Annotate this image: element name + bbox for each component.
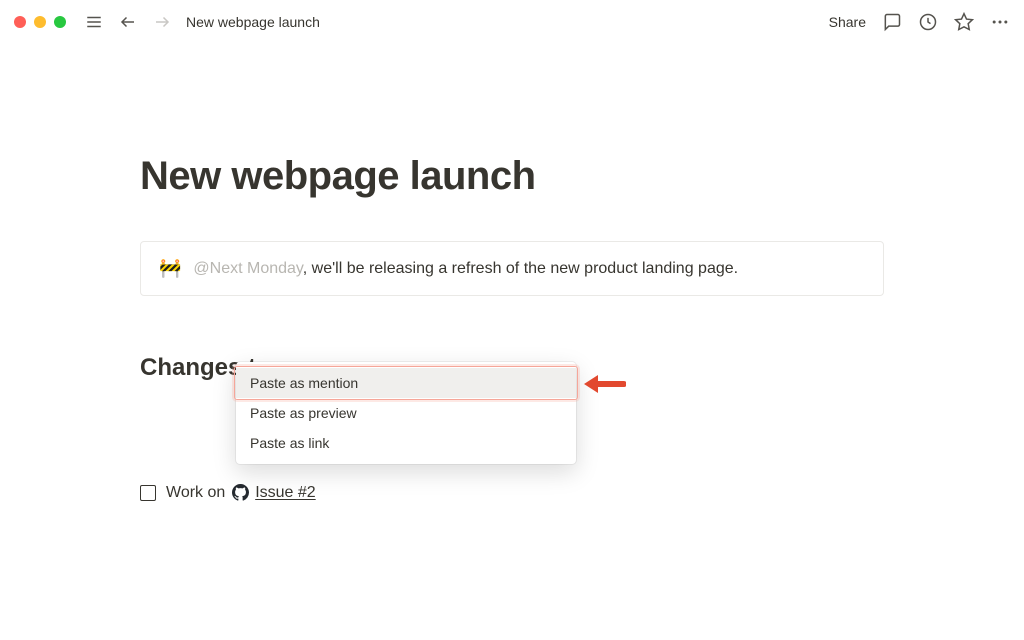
paste-options-menu: Paste as mention Paste as preview Paste … <box>236 362 576 464</box>
callout-body: , we'll be releasing a refresh of the ne… <box>303 260 738 277</box>
paste-as-mention-option[interactable]: Paste as mention <box>236 368 576 398</box>
topbar: New webpage launch Share <box>0 0 1024 44</box>
todo-text: Work on Issue #2 <box>166 484 316 502</box>
issue-link[interactable]: Issue #2 <box>255 484 315 501</box>
todo-item[interactable]: Work on Issue #2 <box>140 484 884 502</box>
github-icon <box>232 484 249 501</box>
topbar-actions: Share <box>829 12 1010 32</box>
sidebar-toggle-button[interactable] <box>82 10 106 34</box>
callout-text: @Next Monday, we'll be releasing a refre… <box>193 260 738 278</box>
window-minimize-icon[interactable] <box>34 16 46 28</box>
dots-horizontal-icon <box>990 12 1010 32</box>
checkbox[interactable] <box>140 485 156 501</box>
callout-block[interactable]: 🚧 @Next Monday, we'll be releasing a ref… <box>140 241 884 296</box>
arrow-left-icon <box>119 13 137 31</box>
nav-forward-button[interactable] <box>150 10 174 34</box>
comment-icon <box>882 12 902 32</box>
clock-icon <box>918 12 938 32</box>
window-traffic-lights <box>14 16 66 28</box>
date-mention[interactable]: @Next Monday <box>193 260 302 277</box>
paste-as-preview-option[interactable]: Paste as preview <box>236 398 576 428</box>
hamburger-icon <box>85 13 103 31</box>
window-zoom-icon[interactable] <box>54 16 66 28</box>
nav-back-button[interactable] <box>116 10 140 34</box>
construction-icon: 🚧 <box>159 258 181 279</box>
updates-button[interactable] <box>918 12 938 32</box>
arrow-right-icon <box>153 13 171 31</box>
page-title[interactable]: New webpage launch <box>140 154 884 199</box>
favorite-button[interactable] <box>954 12 974 32</box>
breadcrumb[interactable]: New webpage launch <box>186 14 320 30</box>
comments-button[interactable] <box>882 12 902 32</box>
share-button[interactable]: Share <box>829 14 866 30</box>
paste-as-link-option[interactable]: Paste as link <box>236 428 576 458</box>
annotation-arrow <box>584 372 626 401</box>
arrow-left-icon <box>584 372 626 396</box>
window-close-icon[interactable] <box>14 16 26 28</box>
todo-prefix: Work on <box>166 484 230 501</box>
more-button[interactable] <box>990 12 1010 32</box>
star-icon <box>954 12 974 32</box>
